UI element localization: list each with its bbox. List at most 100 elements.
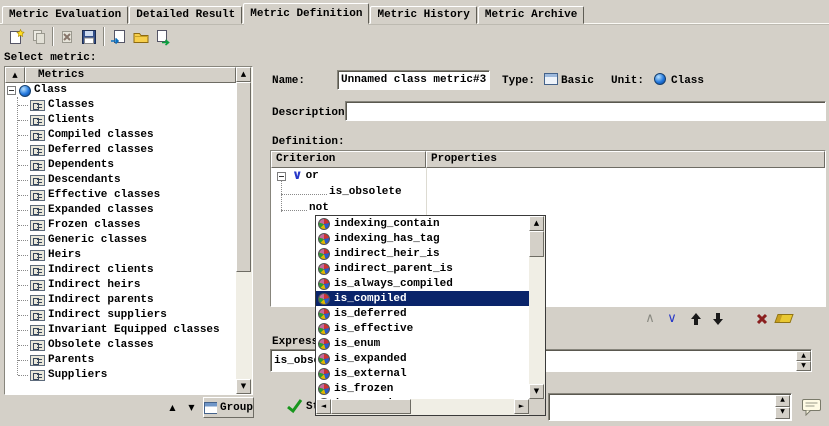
tree-connector [18, 173, 28, 181]
dropdown-item[interactable]: indexing_contain [316, 216, 529, 231]
tree-item[interactable]: Classes [5, 98, 236, 113]
tree-item[interactable]: Heirs [5, 248, 236, 263]
tab-metric-evaluation[interactable]: Metric Evaluation [2, 6, 128, 24]
tree-item[interactable]: Generic classes [5, 233, 236, 248]
tree-item[interactable]: Effective classes [5, 188, 236, 203]
new-metric-button[interactable] [6, 26, 27, 47]
tree-item[interactable]: Clients [5, 113, 236, 128]
scrollbar-thumb[interactable] [529, 231, 544, 257]
tree-vertical-scrollbar[interactable]: ▲ ▼ [236, 67, 252, 394]
save-metric-button[interactable] [78, 26, 99, 47]
column-label: Properties [431, 153, 497, 165]
tree-item[interactable]: Indirect clients [5, 263, 236, 278]
dropdown-item[interactable]: indirect_parent_is [316, 261, 529, 276]
criterion-row-is-obsolete[interactable]: is_obsolete [271, 184, 825, 200]
expression-scroll-control[interactable]: ▲ ▼ [796, 351, 811, 370]
open-metrics-button[interactable] [130, 26, 151, 47]
criterion-column-header[interactable]: Criterion [271, 151, 426, 168]
dropdown-horizontal-scrollbar[interactable]: ◄ ► [316, 399, 529, 415]
collapse-icon[interactable] [277, 172, 286, 181]
remove-metric-button[interactable] [56, 26, 77, 47]
dropdown-item[interactable]: is_external [316, 366, 529, 381]
tree-item[interactable]: Indirect parents [5, 293, 236, 308]
tree-item[interactable]: Suppliers [5, 368, 236, 383]
scroll-down-button[interactable]: ▼ [796, 361, 811, 371]
eraser-icon [774, 314, 793, 323]
dropdown-item-label: indirect_heir_is [330, 248, 440, 260]
export-metrics-button[interactable] [152, 26, 173, 47]
scrollbar-thumb[interactable] [236, 82, 251, 272]
move-metric-up-button[interactable]: ▲ [164, 399, 181, 416]
scroll-right-button[interactable]: ► [514, 399, 529, 414]
dropdown-item[interactable]: is_always_compiled [316, 276, 529, 291]
criterion-row-not[interactable]: not [271, 200, 825, 216]
tab-metric-archive[interactable]: Metric Archive [478, 6, 584, 24]
tree-item[interactable]: Obsolete classes [5, 338, 236, 353]
dropdown-item[interactable]: is_expanded [316, 351, 529, 366]
group-button[interactable]: Group [203, 397, 254, 418]
comment-button[interactable] [799, 395, 825, 418]
criterion-row-or[interactable]: ∨or [271, 168, 825, 184]
dropdown-item[interactable]: indexing_has_tag [316, 231, 529, 246]
dropdown-item-selected[interactable]: is_compiled [316, 291, 529, 306]
scroll-down-button[interactable]: ▼ [529, 384, 544, 399]
tree-item[interactable]: Dependents [5, 158, 236, 173]
tree-item[interactable]: Expanded classes [5, 203, 236, 218]
properties-column-header[interactable]: Properties [426, 151, 825, 168]
criterion-icon [318, 218, 330, 230]
dropdown-item[interactable]: is_frozen [316, 381, 529, 396]
tab-metric-definition[interactable]: Metric Definition [243, 3, 369, 24]
tree-connector [18, 128, 28, 136]
tree-item[interactable]: Descendants [5, 173, 236, 188]
scroll-up-button[interactable]: ▲ [775, 395, 790, 407]
tree-item[interactable]: Indirect heirs [5, 278, 236, 293]
move-criterion-down-button[interactable] [708, 310, 728, 327]
scroll-up-button[interactable]: ▲ [236, 67, 251, 82]
metric-tool-window: Metric Evaluation Detailed Result Metric… [0, 0, 829, 426]
tree-item[interactable]: Compiled classes [5, 128, 236, 143]
tree-item[interactable]: Frozen classes [5, 218, 236, 233]
scroll-up-button[interactable]: ▲ [796, 351, 811, 361]
scroll-down-button[interactable]: ▼ [236, 379, 251, 394]
status-detail-field[interactable]: ▲ ▼ [548, 393, 792, 421]
move-criterion-up-button[interactable] [686, 310, 706, 327]
tab-metric-history[interactable]: Metric History [370, 6, 476, 24]
metrics-column-header[interactable]: Metrics [25, 67, 236, 83]
tree-item-label: Indirect heirs [45, 278, 140, 293]
dropdown-item[interactable]: is_deferred [316, 306, 529, 321]
tab-detailed-result[interactable]: Detailed Result [129, 6, 242, 24]
description-input[interactable] [345, 101, 826, 121]
scroll-up-button[interactable]: ▲ [529, 216, 544, 231]
duplicate-metric-button[interactable] [28, 26, 49, 47]
delete-criterion-button[interactable] [752, 310, 772, 327]
dropdown-item[interactable]: is_enum [316, 336, 529, 351]
criterion-icon [318, 323, 330, 335]
collapse-icon[interactable] [7, 86, 16, 95]
metrics-header-label: Metrics [38, 69, 84, 81]
tree-connector [18, 203, 28, 211]
insert-or-criterion-button[interactable]: ∨ [662, 310, 682, 327]
metric-icon [30, 160, 45, 171]
wipe-out-criteria-button[interactable] [774, 310, 794, 327]
tree-item[interactable]: Deferred classes [5, 143, 236, 158]
move-metric-down-button[interactable]: ▼ [183, 399, 200, 416]
dropdown-item-label: is_compiled [330, 293, 407, 305]
scroll-left-button[interactable]: ◄ [316, 399, 331, 414]
tree-item-class-root[interactable]: Class [5, 83, 236, 98]
dropdown-item-label: indirect_parent_is [330, 263, 453, 275]
name-input[interactable] [337, 70, 490, 90]
insert-and-criterion-button[interactable]: ∧ [640, 310, 660, 327]
tree-item[interactable]: Invariant Equipped classes [5, 323, 236, 338]
tree-item-label: Invariant Equipped classes [45, 323, 220, 338]
status-scroll-control[interactable]: ▲ ▼ [775, 395, 790, 419]
criterion-label: is_obsolete [329, 184, 402, 200]
dropdown-item[interactable]: is_effective [316, 321, 529, 336]
tree-item[interactable]: Indirect suppliers [5, 308, 236, 323]
scrollbar-thumb[interactable] [331, 399, 411, 414]
dropdown-item[interactable]: indirect_heir_is [316, 246, 529, 261]
dropdown-vertical-scrollbar[interactable]: ▲ ▼ [529, 216, 545, 399]
sort-ascending-button[interactable]: ▲ [5, 67, 25, 83]
tree-item[interactable]: Parents [5, 353, 236, 368]
import-metrics-button[interactable] [108, 26, 129, 47]
scroll-down-button[interactable]: ▼ [775, 407, 790, 419]
